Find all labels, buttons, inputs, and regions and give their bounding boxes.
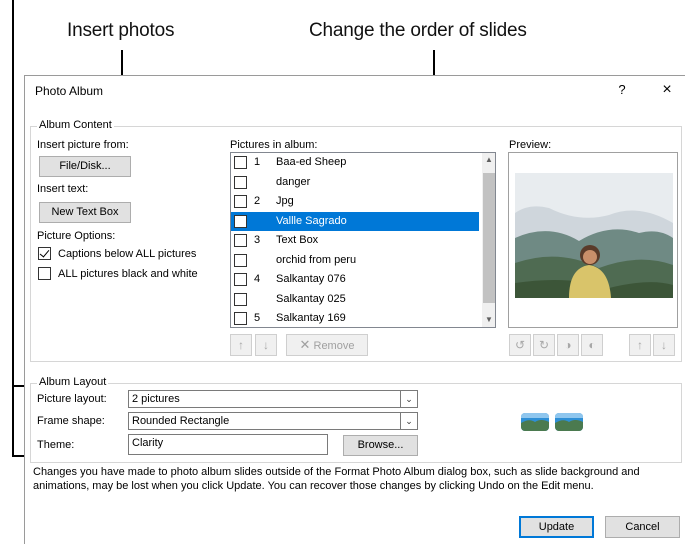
picture-layout-select[interactable]: 2 pictures ⌄ [128, 390, 418, 408]
file-disk-button[interactable]: File/Disk... [39, 156, 131, 177]
list-item-checkbox[interactable] [234, 195, 247, 208]
scroll-up-icon[interactable]: ▲ [482, 153, 495, 167]
frame-shape-select[interactable]: Rounded Rectangle ⌄ [128, 412, 418, 430]
picture-name: Jpg [276, 195, 294, 207]
close-button[interactable]: × [657, 80, 677, 100]
move-down-button[interactable]: ↓ [255, 334, 277, 356]
list-item[interactable]: 4 Salkantay 076 [231, 270, 479, 290]
remove-x-icon: ✕ [299, 337, 311, 352]
list-item[interactable]: 3 Text Box [231, 231, 479, 251]
callout-line-left-vertical [12, 0, 14, 456]
captions-label: Captions below ALL pictures [58, 248, 197, 260]
arrow-up-icon: ↑ [238, 338, 244, 352]
checkmark-icon [39, 247, 50, 258]
chevron-down-icon[interactable]: ⌄ [400, 391, 417, 407]
list-item[interactable]: Salkantay 025 [231, 290, 479, 310]
list-item[interactable]: 2 Jpg [231, 192, 479, 212]
rotate-right-icon[interactable]: ↻ [533, 334, 555, 356]
help-button[interactable]: ? [613, 80, 631, 100]
callout-change-order: Change the order of slides [309, 20, 527, 41]
frame-shape-label: Frame shape: [37, 415, 105, 427]
theme-label: Theme: [37, 439, 75, 451]
picture-name: Salkantay 076 [276, 273, 346, 285]
list-item-selected[interactable]: Vallle Sagrado [231, 211, 479, 231]
list-item[interactable]: orchid from peru [231, 251, 479, 271]
picture-name: danger [276, 175, 311, 188]
picture-layout-label: Picture layout: [37, 393, 107, 405]
list-item[interactable]: 1 Baa-ed Sheep [231, 153, 479, 173]
insert-text-label: Insert text: [37, 183, 89, 195]
album-content-label: Album Content [37, 119, 114, 131]
picture-name: Salkantay 169 [276, 312, 346, 324]
theme-input[interactable]: Clarity [128, 434, 328, 455]
picture-layout-value: 2 pictures [132, 393, 180, 405]
chevron-down-icon[interactable]: ⌄ [400, 413, 417, 429]
list-item-checkbox[interactable] [234, 175, 247, 189]
new-text-box-button[interactable]: New Text Box [39, 202, 131, 223]
picture-name: orchid from peru [276, 253, 357, 266]
frame-shape-value: Rounded Rectangle [132, 415, 230, 427]
layout-thumb-2 [555, 413, 583, 431]
brightness-down-icon[interactable]: ↓ [653, 334, 675, 356]
scroll-thumb[interactable] [483, 173, 495, 303]
list-item[interactable]: danger [231, 173, 479, 193]
pictures-listbox[interactable]: 1 Baa-ed Sheep danger 2 Jpg Vallle Sagra… [230, 152, 496, 328]
captions-checkbox[interactable] [38, 247, 51, 260]
slide-number: 1 [254, 156, 261, 168]
insert-picture-from-label: Insert picture from: [37, 139, 129, 151]
vertical-scrollbar[interactable]: ▲ ▼ [482, 153, 495, 327]
contrast-icon[interactable]: ◑ [557, 334, 579, 356]
list-item-checkbox[interactable] [234, 292, 247, 306]
picture-name: Baa-ed Sheep [276, 156, 347, 168]
slide-number: 3 [254, 234, 261, 246]
picture-options-label: Picture Options: [37, 230, 116, 242]
update-button[interactable]: Update [519, 516, 594, 538]
cancel-button[interactable]: Cancel [605, 516, 680, 538]
valley-photo [509, 153, 677, 327]
picture-name: Vallle Sagrado [276, 214, 347, 227]
list-item-checkbox[interactable] [234, 312, 247, 325]
list-item-checkbox[interactable] [234, 253, 247, 267]
slide-number: 5 [254, 312, 261, 324]
move-up-button[interactable]: ↑ [230, 334, 252, 356]
browse-button[interactable]: Browse... [343, 435, 418, 456]
layout-preview [511, 388, 596, 456]
picture-name: Text Box [276, 234, 319, 246]
remove-button[interactable]: ✕ Remove [286, 334, 368, 356]
list-item-checkbox[interactable] [234, 156, 247, 169]
callout-insert-photos: Insert photos [67, 20, 175, 41]
preview-label: Preview: [509, 139, 552, 151]
brightness-up-icon[interactable]: ↑ [629, 334, 651, 356]
album-layout-label: Album Layout [37, 376, 109, 388]
list-item-checkbox[interactable] [234, 273, 247, 286]
scroll-down-icon[interactable]: ▼ [482, 313, 495, 327]
contrast-down-icon[interactable]: ◐ [581, 334, 603, 356]
slide-number: 4 [254, 273, 261, 285]
list-item[interactable]: 5 Salkantay 169 [231, 309, 479, 327]
picture-name: Salkantay 025 [276, 292, 346, 305]
black-white-label: ALL pictures black and white [58, 268, 198, 280]
rotate-left-icon[interactable]: ↺ [509, 334, 531, 356]
remove-label: Remove [313, 340, 355, 352]
black-white-checkbox[interactable] [38, 267, 51, 280]
slide-number: 2 [254, 195, 261, 207]
dialog-title: Photo Album [35, 84, 104, 98]
photo-album-dialog: Photo Album ? × Album Content Insert pic… [24, 75, 685, 544]
layout-thumb-1 [521, 413, 549, 431]
list-item-checkbox[interactable] [234, 214, 247, 228]
arrow-down-icon: ↓ [263, 338, 269, 352]
preview-image [508, 152, 678, 328]
pictures-in-album-label: Pictures in album: [230, 139, 318, 151]
list-item-checkbox[interactable] [234, 234, 247, 247]
info-message: Changes you have made to photo album sli… [33, 466, 640, 492]
